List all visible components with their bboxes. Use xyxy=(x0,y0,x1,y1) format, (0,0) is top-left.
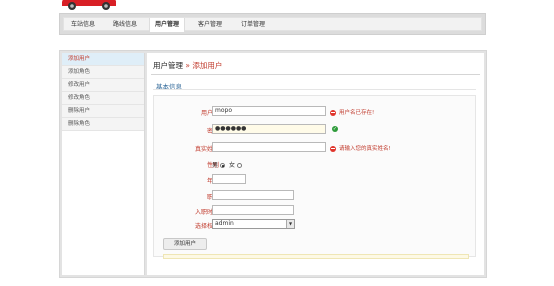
sidebar-item-add-role[interactable]: 添加角色 xyxy=(62,66,144,79)
username-input[interactable]: mopo xyxy=(212,106,326,116)
realname-input[interactable] xyxy=(212,142,326,152)
breadcrumb-current: 添加用户 xyxy=(192,61,223,70)
gender-male-label: 男 xyxy=(212,162,219,169)
tab-station-info[interactable]: 车站信息 xyxy=(68,18,98,32)
tab-order-management[interactable]: 订单管理 xyxy=(238,18,268,32)
main-content: 用户管理 » 添加用户 基本信息 用户名 mopo 用户名已存在! 密码 ●●●… xyxy=(147,53,484,275)
sidebar-item-add-user[interactable]: 添加用户 xyxy=(62,53,144,66)
breadcrumb: 用户管理 » 添加用户 xyxy=(153,60,222,71)
logo-car-icon xyxy=(62,0,116,10)
check-icon: ✓ xyxy=(332,126,338,132)
breadcrumb-parent[interactable]: 用户管理 xyxy=(153,61,183,70)
add-user-form: 用户名 mopo 用户名已存在! 密码 ●●●●●● ✓ 真实姓名 请输入您的真… xyxy=(153,95,476,259)
sidebar-item-edit-role[interactable]: 修改角色 xyxy=(62,92,144,105)
realname-error: 请输入您的真实姓名! xyxy=(330,144,391,152)
section-divider xyxy=(153,89,476,90)
tab-user-management[interactable]: 用户管理 xyxy=(149,18,185,32)
age-input[interactable] xyxy=(212,174,246,184)
password-input[interactable]: ●●●●●● xyxy=(212,124,326,134)
role-select[interactable]: admin ▼ xyxy=(212,219,295,229)
sidebar: 添加用户 添加角色 修改用户 修改角色 删除用户 删除角色 xyxy=(62,53,145,275)
gender-female-label: 女 xyxy=(228,162,235,169)
top-nav-bar: 车站信息 路线信息 用户管理 客户管理 订单管理 xyxy=(63,17,482,32)
realname-error-text: 请输入您的真实姓名! xyxy=(339,146,391,152)
gender-female-radio[interactable] xyxy=(236,163,242,168)
tab-route-info[interactable]: 路线信息 xyxy=(110,18,140,32)
sidebar-item-edit-user[interactable]: 修改用户 xyxy=(62,79,144,92)
error-icon xyxy=(330,109,336,116)
sidebar-item-delete-role[interactable]: 删除角色 xyxy=(62,118,144,131)
username-error-text: 用户名已存在! xyxy=(339,110,375,116)
position-input[interactable] xyxy=(212,190,294,200)
hire-date-input[interactable] xyxy=(212,205,294,215)
gender-male-radio[interactable] xyxy=(220,163,226,168)
top-nav: 车站信息 路线信息 用户管理 客户管理 订单管理 xyxy=(59,13,486,35)
role-select-value: admin xyxy=(215,220,234,227)
error-icon xyxy=(330,145,336,152)
add-user-button[interactable]: 添加用户 xyxy=(163,238,207,250)
tab-customer-management[interactable]: 客户管理 xyxy=(195,18,225,32)
username-error: 用户名已存在! xyxy=(330,108,374,116)
breadcrumb-divider xyxy=(151,74,480,75)
breadcrumb-separator: » xyxy=(185,61,190,70)
gender-options: 男 女 xyxy=(212,160,244,169)
content-frame: 添加用户 添加角色 修改用户 修改角色 删除用户 删除角色 用户管理 » 添加用… xyxy=(59,50,487,278)
message-bar xyxy=(163,254,469,259)
chevron-down-icon: ▼ xyxy=(286,220,294,228)
sidebar-item-delete-user[interactable]: 删除用户 xyxy=(62,105,144,118)
